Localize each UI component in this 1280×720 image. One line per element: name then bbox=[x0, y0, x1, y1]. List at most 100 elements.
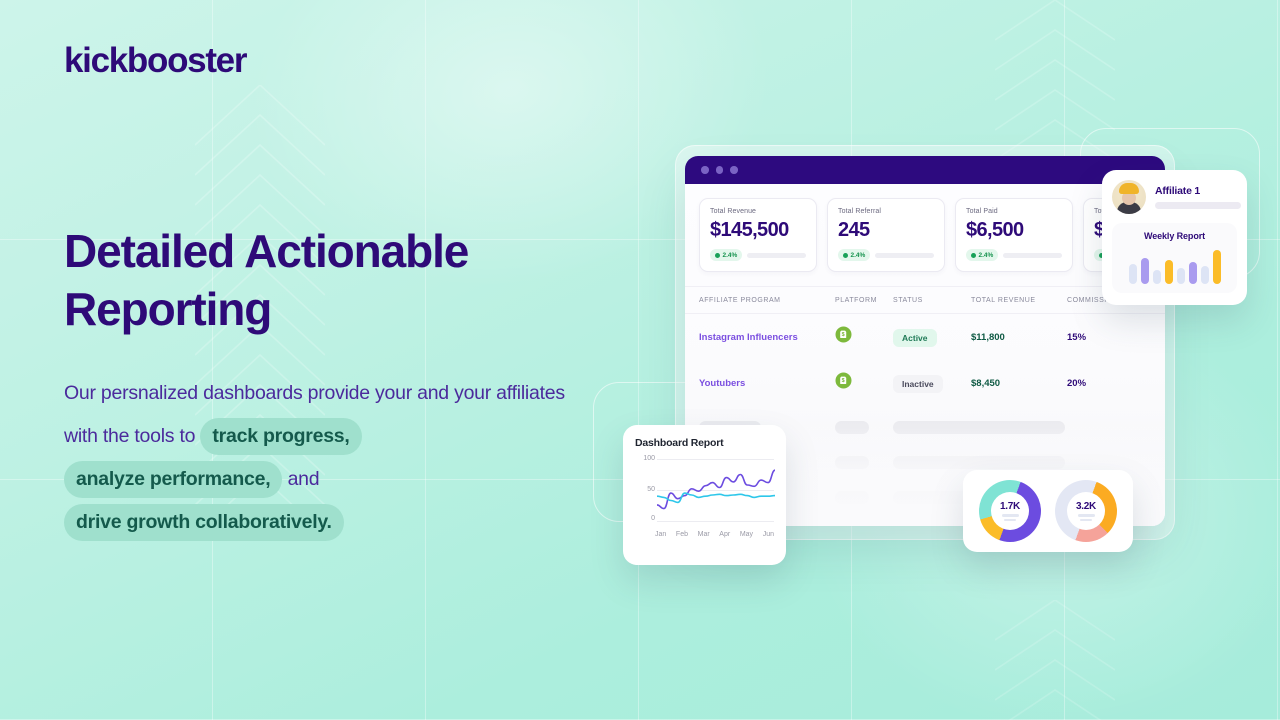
svg-text:$: $ bbox=[842, 332, 845, 338]
stat-label: Total Paid bbox=[966, 208, 998, 215]
donut-value: 1.7K bbox=[1000, 501, 1020, 512]
weekly-bar bbox=[1140, 258, 1149, 284]
donut-metrics-card: 1.7K 3.2K bbox=[963, 470, 1133, 552]
column-header-platform: PLATFORM bbox=[835, 297, 877, 304]
skeleton-cell bbox=[835, 421, 893, 434]
report-series bbox=[657, 469, 775, 510]
badge-dot-icon bbox=[715, 252, 720, 258]
progress-bar bbox=[1003, 252, 1062, 258]
chart-x-axis: Jan Feb Mar Apr May Jun bbox=[655, 531, 774, 538]
stat-footer: 2.4% bbox=[966, 249, 1062, 261]
svg-text:$: $ bbox=[842, 378, 845, 384]
window-dot-maximize[interactable] bbox=[730, 166, 738, 174]
status-badge-inactive: Inactive bbox=[893, 374, 943, 393]
highlight-drive-growth: drive growth collaboratively. bbox=[64, 504, 344, 541]
cell-platform: $ bbox=[835, 372, 893, 394]
badge-label: 2.4% bbox=[978, 251, 994, 259]
badge-dot-icon bbox=[971, 252, 976, 258]
donut-placeholder-lines bbox=[1001, 514, 1019, 521]
cell-status: Inactive bbox=[893, 374, 971, 393]
chevron-pattern-bottom bbox=[995, 600, 1115, 720]
stat-label: Total Revenue bbox=[710, 208, 757, 215]
window-title-bar bbox=[685, 156, 1165, 184]
cell-status: Active bbox=[893, 328, 971, 347]
cell-program[interactable]: Instagram Influencers bbox=[699, 332, 835, 343]
hero-content: kickbooster Detailed Actionable Reportin… bbox=[64, 0, 624, 720]
report-line-chart: 100 50 0 Jan Feb Mar Apr May Jun bbox=[635, 455, 775, 538]
skeleton-cell bbox=[893, 421, 1065, 434]
weekly-report-chart: Weekly Report bbox=[1112, 223, 1237, 293]
skeleton-cell bbox=[893, 456, 1065, 469]
x-tick: Jun bbox=[762, 531, 774, 538]
stat-value: $6,500 bbox=[966, 219, 1024, 241]
progress-bar bbox=[747, 252, 806, 258]
skeleton-cell bbox=[835, 491, 893, 504]
dashboard-report-card: Dashboard Report 100 50 0 Jan Feb Mar Ap… bbox=[623, 425, 786, 565]
cell-commission: 20% bbox=[1067, 377, 1087, 389]
y-tick: 100 bbox=[643, 455, 655, 462]
headline-line-2: Reporting bbox=[64, 283, 272, 336]
badge-dot-icon bbox=[843, 252, 848, 258]
cell-platform: $ bbox=[835, 326, 893, 348]
weekly-bar bbox=[1212, 250, 1221, 284]
cell-commission: 15% bbox=[1067, 331, 1087, 343]
stat-card-total-revenue[interactable]: Total Revenue $145,500 2.4% bbox=[699, 198, 817, 272]
paragraph-text-2: and bbox=[282, 468, 320, 490]
window-dot-minimize[interactable] bbox=[715, 166, 723, 174]
x-tick: Apr bbox=[719, 531, 731, 538]
weekly-bar bbox=[1200, 266, 1209, 284]
stat-value: 245 bbox=[838, 219, 870, 241]
weekly-bar bbox=[1176, 268, 1185, 284]
chart-plot-area bbox=[657, 459, 775, 522]
stat-value: $145,500 bbox=[710, 219, 789, 241]
badge-label: 2.4% bbox=[850, 251, 866, 259]
line-series-cyan bbox=[657, 492, 775, 504]
badge-label: 2.4% bbox=[722, 251, 738, 259]
weekly-bar bbox=[1128, 264, 1137, 284]
y-tick: 50 bbox=[647, 486, 655, 493]
headline-line-1: Detailed Actionable bbox=[64, 225, 469, 277]
donut-chart-2: 3.2K bbox=[1055, 480, 1117, 542]
page-title: Detailed Actionable Reporting bbox=[64, 222, 564, 339]
highlight-track-progress: track progress, bbox=[200, 418, 362, 455]
x-tick: Mar bbox=[697, 531, 710, 538]
stat-footer: 2.4% bbox=[710, 249, 806, 261]
shopify-icon: $ bbox=[835, 372, 852, 389]
stat-footer: 2.4% bbox=[838, 249, 934, 261]
status-badge-active: Active bbox=[893, 328, 937, 347]
affiliate-subtitle-placeholder bbox=[1155, 202, 1241, 209]
table-header: AFFILIATE PROGRAM PLATFORM STATUS TOTAL … bbox=[685, 286, 1165, 314]
cell-revenue: $11,800 bbox=[971, 331, 1005, 343]
brand-logo[interactable]: kickbooster bbox=[64, 41, 247, 81]
x-tick: May bbox=[739, 531, 754, 538]
line-series-purple bbox=[657, 469, 775, 510]
column-header-program: AFFILIATE PROGRAM bbox=[699, 297, 781, 304]
stat-card-total-paid[interactable]: Total Paid $6,500 2.4% bbox=[955, 198, 1073, 272]
report-title: Dashboard Report bbox=[635, 437, 724, 449]
donut-center: 1.7K bbox=[991, 492, 1029, 530]
cell-program[interactable]: Youtubers bbox=[699, 378, 835, 389]
window-dot-close[interactable] bbox=[701, 166, 709, 174]
cell-revenue: $8,450 bbox=[971, 377, 1001, 389]
affiliate-card: Affiliate 1 Weekly Report bbox=[1102, 170, 1247, 305]
stat-card-row: Total Revenue $145,500 2.4% Total Referr… bbox=[685, 198, 1165, 272]
table-row[interactable]: Youtubers $ Inactive $8,450 20% bbox=[685, 360, 1165, 406]
donut-placeholder-lines bbox=[1077, 514, 1095, 521]
weekly-report-bars bbox=[1119, 248, 1230, 284]
weekly-bar bbox=[1152, 270, 1161, 284]
affiliate-header: Affiliate 1 bbox=[1112, 180, 1241, 214]
stat-card-total-referral[interactable]: Total Referral 245 2.4% bbox=[827, 198, 945, 272]
x-tick: Jan bbox=[655, 531, 667, 538]
stat-label: Total Referral bbox=[838, 208, 882, 215]
column-header-revenue: TOTAL REVENUE bbox=[971, 297, 1036, 304]
weekly-report-title: Weekly Report bbox=[1143, 231, 1206, 241]
donut-center: 3.2K bbox=[1067, 492, 1105, 530]
y-tick: 0 bbox=[651, 515, 655, 522]
donut-chart-1: 1.7K bbox=[979, 480, 1041, 542]
affiliate-name: Affiliate 1 bbox=[1155, 185, 1201, 197]
x-tick: Feb bbox=[675, 531, 688, 538]
skeleton-cell bbox=[835, 456, 893, 469]
status-badge: 2.4% bbox=[966, 249, 999, 261]
table-row[interactable]: Instagram Influencers $ Active $11,800 1… bbox=[685, 314, 1165, 360]
chart-y-axis: 100 50 0 bbox=[635, 455, 655, 522]
